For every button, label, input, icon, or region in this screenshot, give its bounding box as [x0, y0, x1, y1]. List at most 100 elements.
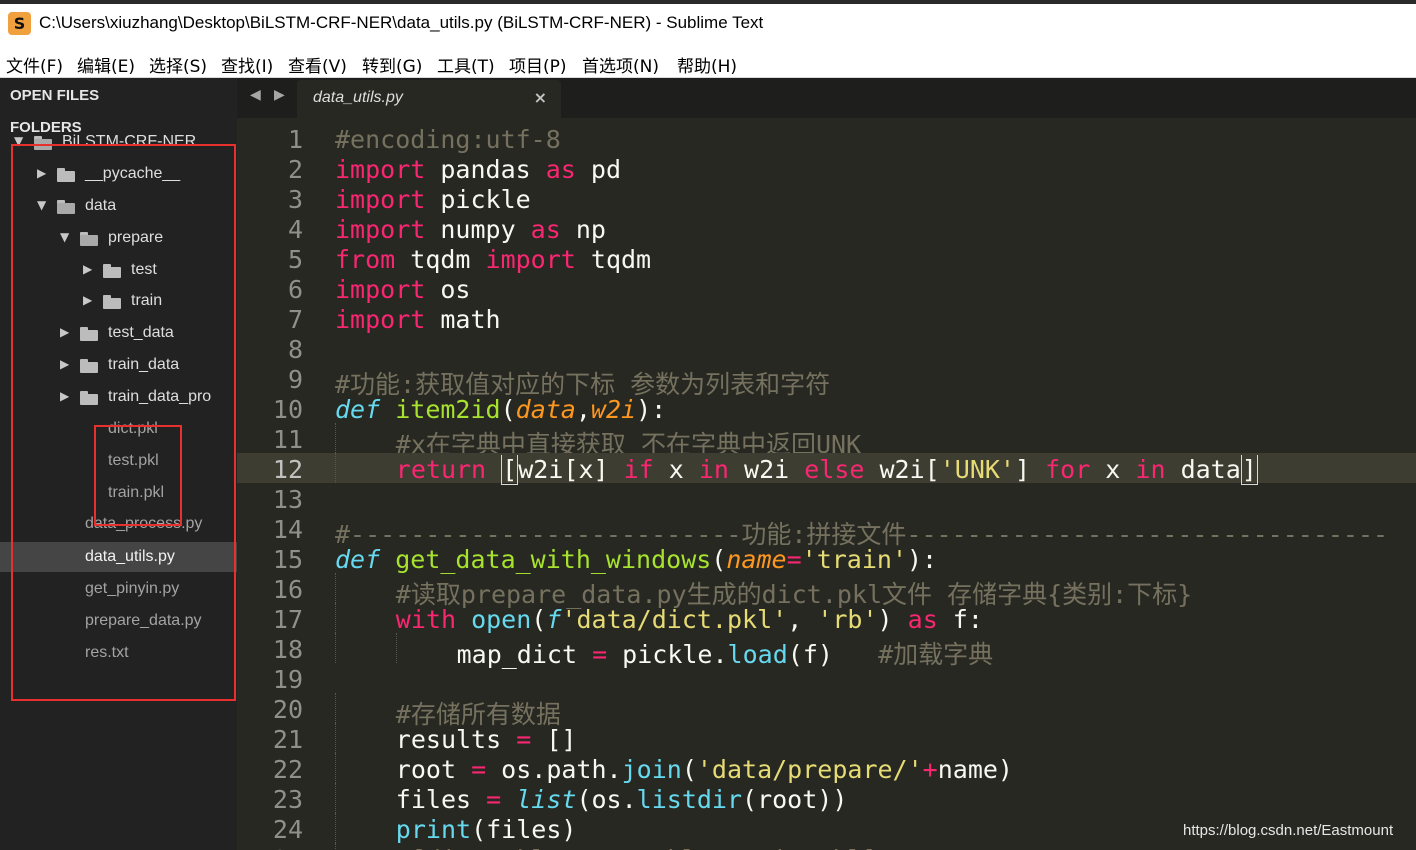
menu-item-5[interactable]: 查看(V) — [288, 52, 347, 77]
code-token: os.path. — [486, 755, 622, 784]
expanded-arrow-icon[interactable]: ▼ — [14, 134, 23, 148]
code-line[interactable]: 19 — [237, 663, 1416, 694]
menu-item-3[interactable]: 选择(S) — [149, 52, 207, 77]
folder-item[interactable]: ▼ prepare — [0, 223, 237, 253]
code-line[interactable]: 17 with open(f'data/dict.pkl', 'rb') as f… — [237, 603, 1416, 634]
code-text: def item2id(data,w2i): — [335, 395, 666, 424]
code-line[interactable]: 14 #--------------------------功能:拼接文件----… — [237, 513, 1416, 549]
indent-guide — [335, 693, 336, 723]
tree-item-label: data_process.py — [85, 515, 203, 532]
code-line[interactable]: 16 #读取prepare_data.py生成的dict.pkl文件 存储字典{类… — [237, 573, 1416, 609]
collapsed-arrow-icon[interactable]: ▶ — [60, 357, 69, 371]
code-token: import — [335, 305, 426, 334]
code-line[interactable]: 7 import math — [237, 303, 1416, 334]
code-text: def get_data_with_windows(name='train'): — [335, 545, 937, 574]
code-line[interactable]: 25 #[dict.pkl, test.pkl, train.pkl] — [237, 843, 1416, 850]
collapsed-arrow-icon[interactable]: ▶ — [83, 293, 92, 307]
code-line[interactable]: 4 import numpy as np — [237, 213, 1416, 244]
menu-item-10[interactable]: 帮助(H) — [677, 52, 737, 77]
code-line[interactable]: 3 import pickle — [237, 183, 1416, 214]
code-token: def — [335, 545, 381, 574]
code-token: return — [395, 455, 487, 484]
code-line[interactable]: 18 map_dict = pickle.load(f) #加载字典 — [237, 633, 1416, 669]
code-token: x — [1090, 455, 1136, 484]
collapsed-arrow-icon[interactable]: ▶ — [60, 389, 69, 403]
file-item[interactable]: prepare_data.py — [0, 606, 237, 636]
code-text: return [w2i[x] if x in w2i else w2i['UNK… — [395, 455, 1258, 485]
tab-bar: ◀ ▶ data_utils.py × — [237, 78, 1416, 118]
folder-item[interactable]: ▶ test — [0, 255, 237, 285]
file-item[interactable]: data_utils.py — [0, 542, 237, 572]
menu-item-1[interactable]: 文件(F) — [6, 52, 63, 77]
code-line[interactable]: 22 root = os.path.join('data/prepare/'+na… — [237, 753, 1416, 784]
code-token: import — [485, 245, 576, 274]
line-number: 19 — [272, 665, 303, 694]
code-token: = — [486, 785, 502, 814]
code-token: 'data/prepare/' — [696, 755, 923, 784]
line-number: 15 — [272, 545, 303, 574]
sublime-logo-icon: S — [8, 12, 31, 35]
code-token: for — [1045, 455, 1091, 484]
code-line[interactable]: 12 return [w2i[x] if x in w2i else w2i['U… — [237, 453, 1416, 485]
code-token: pandas — [425, 155, 546, 184]
code-line[interactable]: 2 import pandas as pd — [237, 153, 1416, 184]
line-number: 2 — [287, 155, 303, 184]
code-line[interactable]: 20 #存储所有数据 — [237, 693, 1416, 729]
folder-item[interactable]: ▶ test_data — [0, 318, 237, 348]
expanded-arrow-icon[interactable]: ▼ — [60, 230, 69, 244]
collapsed-arrow-icon[interactable]: ▶ — [37, 166, 46, 180]
folder-open-icon — [34, 136, 52, 150]
code-token: as — [545, 155, 576, 184]
code-token: files — [395, 785, 487, 814]
tab-nav-left-icon[interactable]: ◀ — [250, 87, 261, 103]
collapsed-arrow-icon[interactable]: ▶ — [83, 262, 92, 276]
expanded-arrow-icon[interactable]: ▼ — [37, 198, 46, 212]
folder-item[interactable]: ▶ train_data — [0, 350, 237, 380]
code-line[interactable]: 1 #encoding:utf-8 — [237, 123, 1416, 154]
code-line[interactable]: 9 #功能:获取值对应的下标 参数为列表和字符 — [237, 363, 1416, 399]
menu-item-6[interactable]: 转到(G) — [362, 52, 422, 77]
code-line[interactable]: 15 def get_data_with_windows(name='train'… — [237, 543, 1416, 574]
code-line[interactable]: 10 def item2id(data,w2i): — [237, 393, 1416, 424]
code-line[interactable]: 6 import os — [237, 273, 1416, 304]
menu-item-2[interactable]: 编辑(E) — [77, 52, 135, 77]
tree-item-label: test_data — [108, 324, 174, 341]
folder-item[interactable]: ▼ data — [0, 191, 237, 221]
menu-item-9[interactable]: 首选项(N) — [582, 52, 659, 77]
file-item[interactable]: test.pkl — [0, 446, 237, 476]
menu-item-7[interactable]: 工具(T) — [437, 52, 495, 77]
code-line[interactable]: 5 from tqdm import tqdm — [237, 243, 1416, 274]
code-token: join — [621, 755, 682, 784]
folder-item[interactable]: ▶ train_data_pro — [0, 382, 237, 412]
code-text: import numpy as np — [335, 215, 606, 244]
open-files-header[interactable]: OPEN FILES — [10, 87, 99, 104]
menu-item-4[interactable]: 查找(I) — [221, 52, 273, 77]
folder-item[interactable]: ▼ BiLSTM-CRF-NER — [0, 127, 237, 157]
code-editor[interactable]: 1 #encoding:utf-8 2 import pandas as pd 3 imp… — [237, 118, 1416, 850]
code-line[interactable]: 8 — [237, 333, 1416, 364]
folder-icon — [103, 295, 121, 309]
code-line[interactable]: 23 files = list(os.listdir(root)) — [237, 783, 1416, 814]
folder-item[interactable]: ▶ train — [0, 286, 237, 316]
collapsed-arrow-icon[interactable]: ▶ — [60, 325, 69, 339]
tab-data-utils[interactable]: data_utils.py × — [297, 80, 561, 118]
code-line[interactable]: 13 — [237, 483, 1416, 514]
code-token: from — [335, 245, 396, 274]
tab-nav-right-icon[interactable]: ▶ — [274, 87, 285, 103]
file-item[interactable]: data_process.py — [0, 509, 237, 539]
close-tab-icon[interactable]: × — [534, 88, 547, 107]
code-line[interactable]: 21 results = [] — [237, 723, 1416, 754]
code-token: import — [335, 215, 426, 244]
code-token: ): — [907, 545, 938, 574]
menu-item-8[interactable]: 项目(P) — [509, 52, 567, 77]
file-item[interactable]: dict.pkl — [0, 414, 237, 444]
code-text: import math — [335, 305, 501, 334]
file-item[interactable]: res.txt — [0, 638, 237, 668]
code-token: ( — [500, 395, 516, 424]
file-item[interactable]: train.pkl — [0, 478, 237, 508]
indent-guide — [335, 813, 336, 843]
folder-item[interactable]: ▶ __pycache__ — [0, 159, 237, 189]
line-number: 20 — [272, 695, 303, 724]
file-item[interactable]: get_pinyin.py — [0, 574, 237, 604]
code-line[interactable]: 11 #x在字典中直接获取 不在字典中返回UNK — [237, 423, 1416, 459]
